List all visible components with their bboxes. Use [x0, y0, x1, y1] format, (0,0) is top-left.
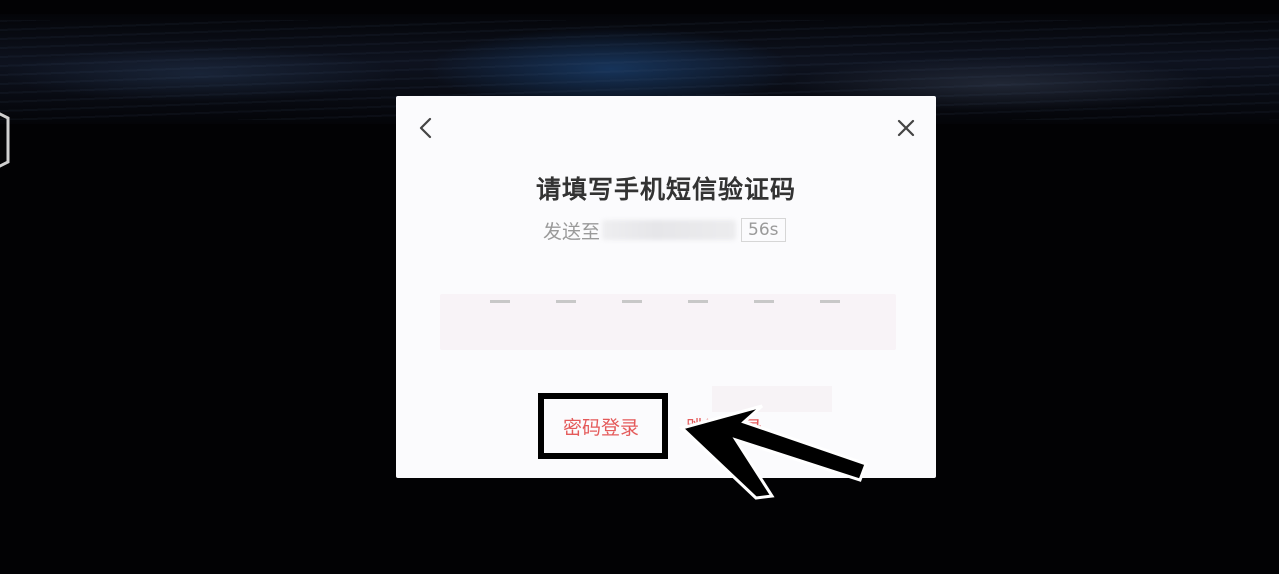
code-digit-placeholder [820, 300, 840, 303]
sms-code-input[interactable] [440, 294, 896, 350]
phone-number-masked [602, 220, 737, 240]
code-digit-placeholder [688, 300, 708, 303]
annotation-highlight-box [538, 393, 668, 459]
code-digit-placeholder [754, 300, 774, 303]
code-digit-placeholder [622, 300, 642, 303]
dialog-title: 请填写手机短信验证码 [535, 175, 796, 204]
resend-countdown: 56s [741, 218, 786, 242]
code-digit-placeholder [556, 300, 576, 303]
close-button[interactable] [892, 114, 920, 142]
sent-to-label: 发送至 [543, 220, 601, 243]
sent-to-row: 发送至 56s [543, 217, 786, 243]
app-background: 请填写手机短信验证码 发送至 56s 密码登录 跳过登录 [0, 0, 1279, 574]
side-hexagon-icon [0, 112, 10, 168]
back-button[interactable] [412, 114, 440, 142]
arrow-icon [679, 404, 868, 500]
chevron-left-icon [419, 117, 432, 139]
code-digit-placeholder [490, 300, 510, 303]
close-icon [897, 119, 915, 137]
